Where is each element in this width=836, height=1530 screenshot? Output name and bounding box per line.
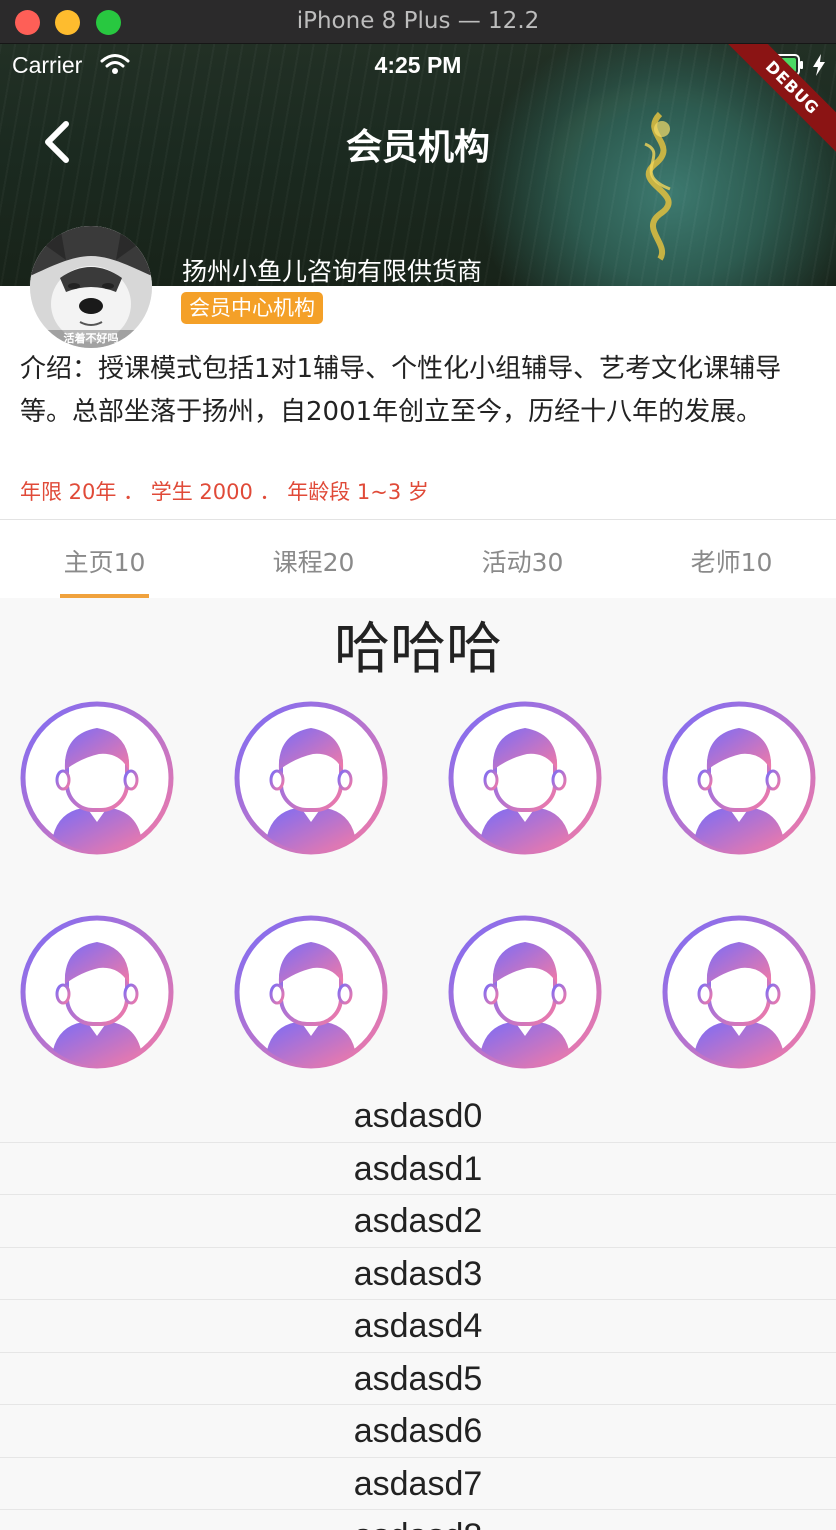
org-intro: 介绍：授课模式包括1对1辅导、个性化小组辅导、艺考文化课辅导等。总部坐落于扬州，…	[20, 354, 782, 427]
tab-courses-label: 课程20	[272, 548, 355, 577]
tab-activities[interactable]: 活动30	[418, 520, 627, 598]
org-stats: 年限 20年 ． 学生 2000 ． 年龄段 1~3 岁	[20, 480, 429, 504]
tab-teachers-label: 老师10	[690, 548, 773, 577]
list-item[interactable]: asdasd4	[0, 1300, 836, 1353]
phone-screen: Carrier 4:25 PM DEBUG 会员机构 扬州小鱼儿咨询有限供货商	[0, 44, 836, 1530]
user-avatar-icon[interactable]	[661, 914, 817, 1070]
status-time: 4:25 PM	[374, 52, 462, 78]
tab-home-label: 主页10	[63, 548, 146, 577]
section-title: 哈哈哈	[334, 617, 502, 682]
avatar-caption: 活着不好吗	[63, 332, 119, 345]
member-badge: 会员中心机构	[181, 292, 323, 324]
user-avatar-icon[interactable]	[19, 914, 175, 1070]
tab-home[interactable]: 主页10	[0, 520, 209, 598]
user-avatar-icon[interactable]	[661, 700, 817, 856]
list-item[interactable]: asdasd6	[0, 1405, 836, 1458]
page-title: 会员机构	[345, 127, 490, 168]
window-titlebar: iPhone 8 Plus — 12.2	[0, 0, 836, 44]
tab-activities-label: 活动30	[481, 548, 564, 577]
list-item[interactable]: asdasd5	[0, 1353, 836, 1405]
list-item[interactable]: asdasd0	[0, 1090, 836, 1143]
org-avatar[interactable]: 活着不好吗	[30, 226, 152, 348]
user-avatar-icon[interactable]	[233, 914, 389, 1070]
tab-active-indicator	[60, 594, 149, 598]
user-avatar-icon[interactable]	[447, 700, 603, 856]
tab-courses[interactable]: 课程20	[209, 520, 418, 598]
text-list: asdasd0 asdasd1 asdasd2 asdasd3 asdasd4 asdas…	[0, 1090, 836, 1530]
status-bar: Carrier 4:25 PM	[0, 50, 836, 80]
user-avatar-icon[interactable]	[19, 700, 175, 856]
list-item[interactable]: asdasd7	[0, 1458, 836, 1510]
list-item[interactable]: asdasd3	[0, 1248, 836, 1300]
window-title: iPhone 8 Plus — 12.2	[296, 8, 540, 34]
tab-teachers[interactable]: 老师10	[627, 520, 836, 598]
user-avatar-icon[interactable]	[447, 914, 603, 1070]
list-item[interactable]: asdasd8	[0, 1510, 836, 1530]
tab-bar: 主页10 课程20 活动30 老师10	[0, 520, 836, 598]
user-avatar-icon[interactable]	[233, 700, 389, 856]
charging-bolt-icon	[813, 54, 825, 76]
list-item[interactable]: asdasd2	[0, 1195, 836, 1248]
org-name: 扬州小鱼儿咨询有限供货商	[182, 257, 483, 286]
list-item[interactable]: asdasd1	[0, 1143, 836, 1195]
